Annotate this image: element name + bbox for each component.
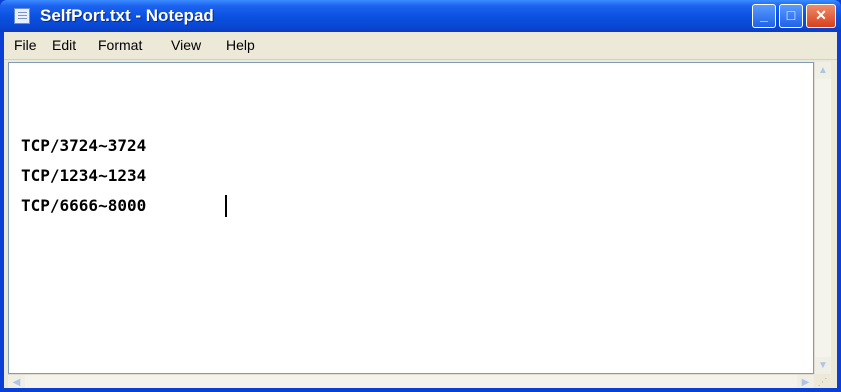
minimize-button[interactable]: _ — [752, 4, 776, 28]
scroll-up-icon[interactable]: ▲ — [815, 62, 831, 79]
close-icon: ✕ — [815, 7, 827, 23]
close-button[interactable]: ✕ — [806, 4, 836, 28]
maximize-button[interactable]: □ — [779, 4, 803, 28]
text-caret — [225, 195, 227, 217]
text-line: TCP/3724~3724 — [21, 136, 147, 155]
menu-view[interactable]: View — [171, 37, 201, 53]
notepad-window: SelfPort.txt - Notepad _ □ ✕ File Edit F… — [0, 0, 841, 392]
menu-file[interactable]: File — [14, 37, 37, 53]
window-border — [0, 388, 841, 392]
minimize-icon: _ — [760, 7, 768, 23]
menu-bar: File Edit Format View Help — [4, 32, 837, 60]
text-line: TCP/1234~1234 — [21, 166, 147, 185]
menu-help[interactable]: Help — [226, 37, 255, 53]
text-editor[interactable]: TCP/3724~3724 TCP/1234~1234 TCP/6666~800… — [8, 62, 814, 374]
window-body: File Edit Format View Help TCP/3724~3724… — [4, 32, 837, 391]
text-line: TCP/6666~8000 — [21, 196, 147, 215]
vertical-scrollbar[interactable]: ▲ ▼ — [814, 62, 831, 374]
maximize-icon: □ — [786, 7, 796, 23]
menu-format[interactable]: Format — [98, 37, 142, 53]
scroll-down-icon[interactable]: ▼ — [815, 357, 831, 374]
notepad-icon — [14, 8, 30, 24]
menu-edit[interactable]: Edit — [52, 37, 76, 53]
title-bar[interactable]: SelfPort.txt - Notepad _ □ ✕ — [0, 0, 841, 32]
window-title: SelfPort.txt - Notepad — [40, 6, 214, 25]
